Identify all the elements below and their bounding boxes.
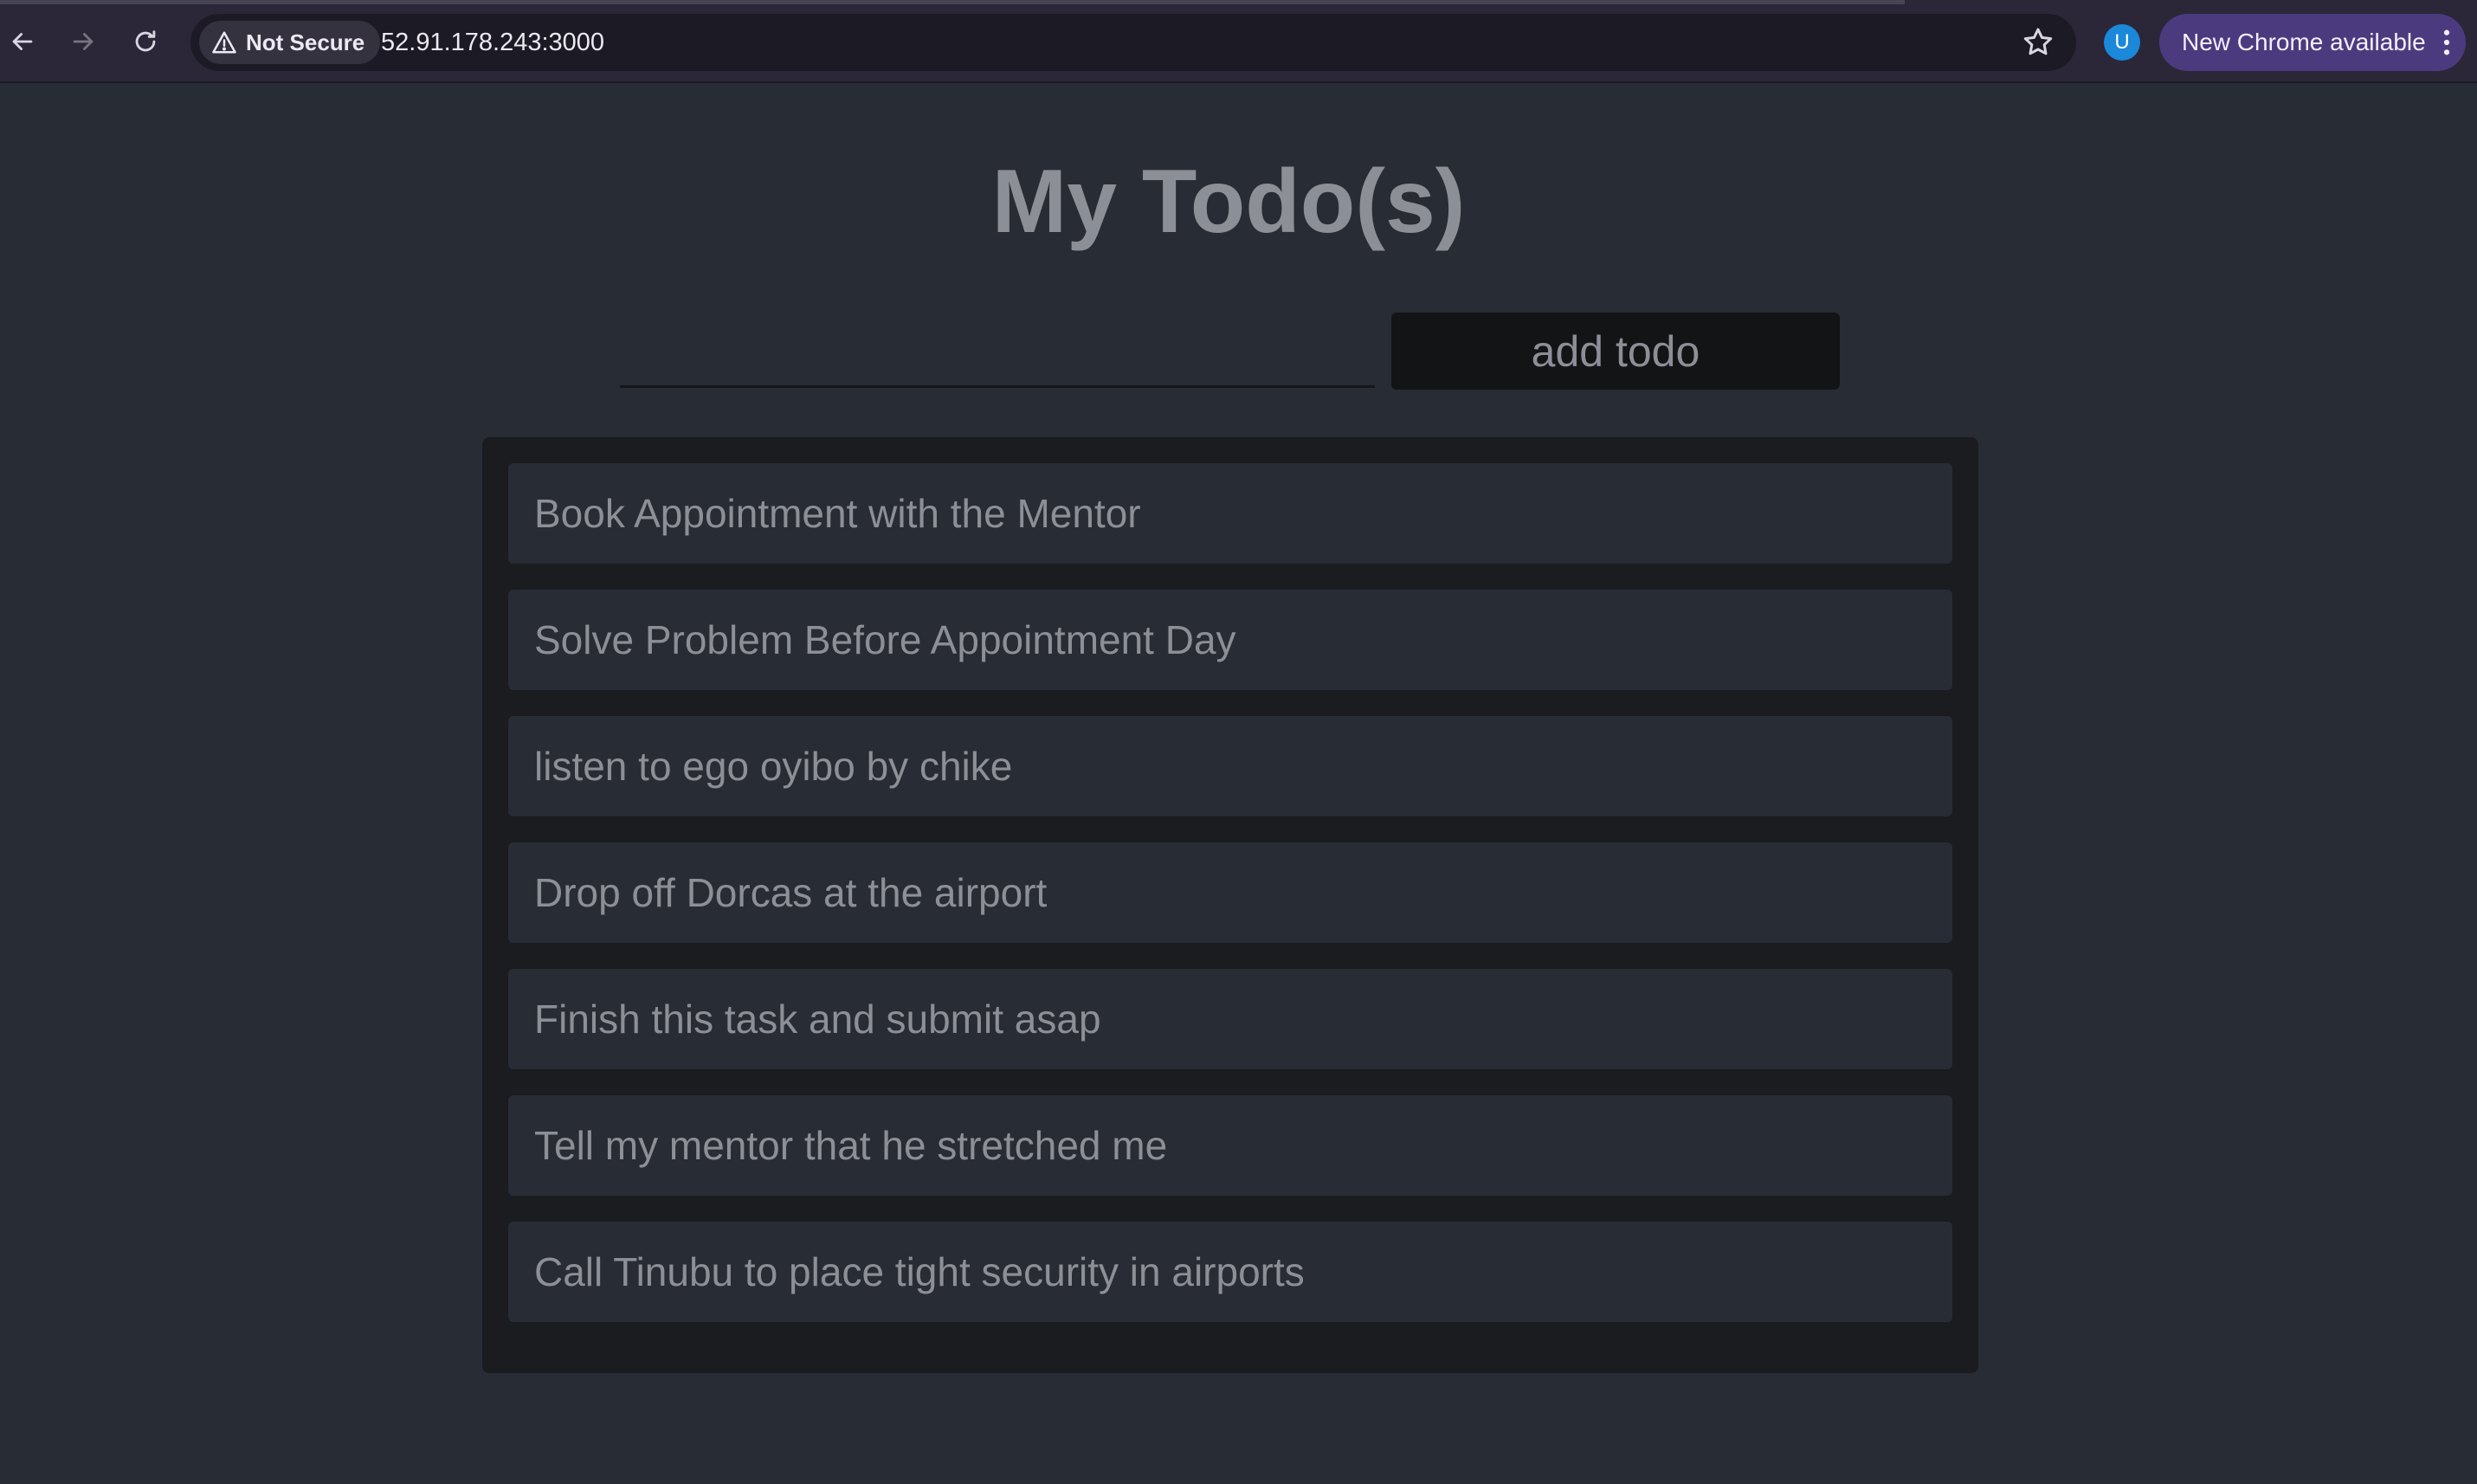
url-text[interactable]: 52.91.178.243:3000 — [381, 14, 604, 71]
forward-button[interactable] — [61, 19, 106, 64]
todo-item[interactable]: Drop off Dorcas at the airport — [508, 842, 1952, 943]
todo-list: Book Appointment with the Mentor Solve P… — [482, 437, 1978, 1373]
todo-item[interactable]: Book Appointment with the Mentor — [508, 463, 1952, 564]
add-todo-button[interactable]: add todo — [1391, 313, 1840, 390]
todo-input[interactable] — [620, 313, 1375, 388]
security-label: Not Secure — [246, 29, 365, 55]
reload-button[interactable] — [123, 19, 168, 64]
warning-triangle-icon — [212, 31, 236, 54]
address-bar[interactable]: Not Secure 52.91.178.243:3000 — [190, 14, 2076, 71]
todo-item[interactable]: listen to ego oyibo by chike — [508, 716, 1952, 816]
kebab-menu-icon[interactable] — [2440, 28, 2454, 57]
update-chrome-button[interactable]: New Chrome available — [2159, 14, 2466, 71]
back-arrow-icon — [12, 33, 33, 50]
back-button[interactable] — [0, 19, 45, 64]
profile-avatar[interactable]: U — [2104, 24, 2140, 61]
star-icon[interactable] — [2021, 25, 2055, 60]
update-label: New Chrome available — [2182, 29, 2426, 55]
todo-item[interactable]: Tell my mentor that he stretched me — [508, 1095, 1952, 1196]
browser-toolbar: Not Secure 52.91.178.243:3000 U New Chro… — [0, 0, 2477, 83]
page-title: My Todo(s) — [991, 152, 1466, 252]
forward-arrow-icon — [73, 33, 94, 50]
todo-item[interactable]: Finish this task and submit asap — [508, 969, 1952, 1069]
todo-item[interactable]: Call Tinubu to place tight security in a… — [508, 1222, 1952, 1322]
tab-strip-edge — [0, 0, 1905, 4]
todo-item[interactable]: Solve Problem Before Appointment Day — [508, 590, 1952, 690]
reload-icon — [135, 30, 156, 52]
security-indicator[interactable]: Not Secure — [199, 21, 381, 64]
